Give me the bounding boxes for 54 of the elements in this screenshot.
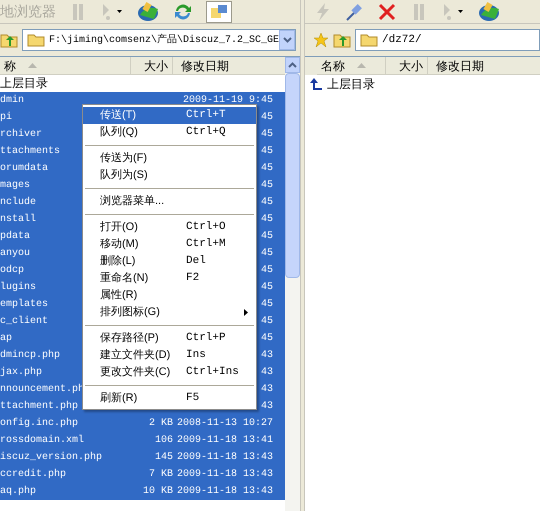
file-size: 2 KB xyxy=(148,417,173,431)
file-date: 45 xyxy=(260,196,273,210)
file-date: 2009-11-18 13:43 xyxy=(176,468,273,482)
file-name: nclude xyxy=(0,196,36,210)
file-name: onfig.inc.php xyxy=(0,416,78,431)
file-name: iscuz_version.php xyxy=(0,450,102,465)
file-name: mages xyxy=(0,179,30,193)
file-name: dmincp.php xyxy=(0,348,60,363)
file-name: pdata xyxy=(0,230,30,244)
file-date: 2009-11-18 13:41 xyxy=(176,434,273,448)
file-date: 45 xyxy=(260,247,273,261)
file-name: aq.php xyxy=(0,484,36,499)
file-date: 2009-11-18 13:43 xyxy=(176,485,273,499)
file-date: 45 xyxy=(260,264,273,278)
file-date: 45 xyxy=(260,179,273,193)
file-date: 43 xyxy=(260,349,273,363)
panel-title: 地浏览器 xyxy=(0,2,56,21)
file-name: ttachments xyxy=(0,144,60,159)
file-name: pi xyxy=(0,110,12,125)
file-date: 43 xyxy=(260,400,273,414)
file-name: rchiver xyxy=(0,128,42,142)
file-date: 45 xyxy=(260,213,273,227)
file-size: 7 KB xyxy=(148,468,173,482)
file-name: jax.php xyxy=(0,366,42,380)
file-date: 43 xyxy=(260,366,273,380)
file-name: orumdata xyxy=(0,162,48,176)
file-name: rossdomain.xml xyxy=(0,434,84,448)
file-date: 45 xyxy=(260,298,273,312)
file-name: c_client xyxy=(0,314,48,329)
file-date: 2008-11-13 10:27 xyxy=(176,417,273,431)
file-name: dmin xyxy=(0,94,24,108)
file-name: ap xyxy=(0,332,12,346)
file-date: 45 xyxy=(260,315,273,329)
file-date: 45 xyxy=(260,128,273,142)
file-date: 45 xyxy=(260,281,273,295)
file-date: 43 xyxy=(260,383,273,397)
file-size: 10 KB xyxy=(142,485,173,499)
file-name: ccredit.php xyxy=(0,468,66,482)
file-date: 45 xyxy=(260,332,273,346)
file-name: odcp xyxy=(0,264,24,278)
file-date: 2009-11-19 9:45 xyxy=(182,94,273,108)
file-name: nstall xyxy=(0,212,36,227)
file-name: ttachment.php xyxy=(0,400,78,414)
file-size: 106 xyxy=(154,434,173,448)
file-date: 45 xyxy=(260,111,273,125)
file-name: nnouncement.ph xyxy=(0,382,84,397)
file-date: 45 xyxy=(260,162,273,176)
file-date: 45 xyxy=(260,230,273,244)
file-date: 2009-11-18 13:43 xyxy=(176,451,273,465)
file-name: lugins xyxy=(0,280,36,295)
file-name: emplates xyxy=(0,298,48,312)
file-size: 145 xyxy=(154,451,173,465)
file-date: 45 xyxy=(260,145,273,159)
file-name: anyou xyxy=(0,247,30,261)
